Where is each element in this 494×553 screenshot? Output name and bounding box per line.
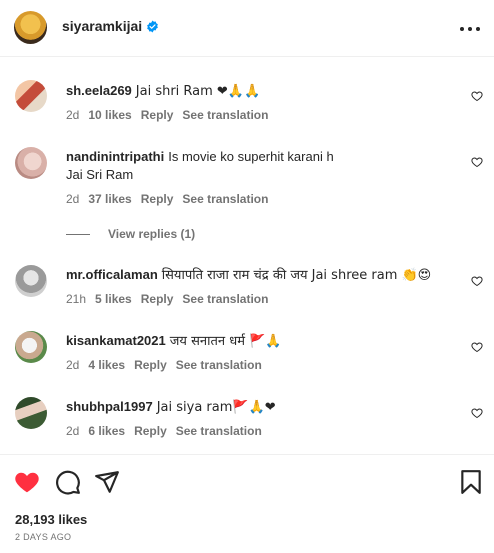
bookmark-icon[interactable]	[458, 469, 484, 495]
comment-bubble-icon[interactable]	[55, 469, 81, 495]
comment-text: shubhpal1997 Jai siya ram🚩🙏❤︎	[66, 398, 446, 417]
commenter-avatar[interactable]	[15, 397, 47, 429]
comment-likes[interactable]: 10 likes	[88, 108, 131, 122]
comment-meta: 2d 6 likes Reply See translation	[66, 424, 271, 438]
comment-body: जय सनातन धर्म 🚩🙏	[169, 334, 282, 349]
post-timestamp[interactable]: 2 DAYS AGO	[15, 532, 71, 542]
owner-avatar[interactable]	[14, 11, 47, 44]
view-replies-label[interactable]: View replies (1)	[108, 227, 195, 241]
comment-body: सियापति राजा राम चंद्र की जय Jai shree r…	[161, 268, 432, 283]
comment-likes[interactable]: 6 likes	[88, 424, 125, 438]
comment-age: 2d	[66, 358, 80, 372]
commenter-avatar[interactable]	[15, 265, 47, 297]
comment-likes[interactable]: 5 likes	[95, 292, 132, 306]
comment-text: nandinintripathi Is movie ko superhit kar…	[66, 148, 446, 184]
comment-age: 2d	[66, 192, 80, 206]
comment-username[interactable]: shubhpal1997	[66, 399, 153, 414]
comment-username[interactable]: kisankamat2021	[66, 333, 166, 348]
comment-username[interactable]: sh.eela269	[66, 83, 132, 98]
heart-filled-icon[interactable]	[14, 469, 40, 495]
like-comment-heart-icon[interactable]	[471, 90, 483, 102]
like-comment-heart-icon[interactable]	[471, 275, 483, 287]
see-translation-button[interactable]: See translation	[176, 424, 262, 438]
reply-button[interactable]: Reply	[141, 192, 174, 206]
comment-age: 2d	[66, 108, 80, 122]
comment-text: kisankamat2021 जय सनातन धर्म 🚩🙏	[66, 332, 446, 351]
comment-likes[interactable]: 37 likes	[88, 192, 131, 206]
more-horizontal-icon[interactable]	[458, 16, 482, 40]
see-translation-button[interactable]: See translation	[182, 108, 268, 122]
like-comment-heart-icon[interactable]	[471, 156, 483, 168]
comment-meta: 21h 5 likes Reply See translation	[66, 292, 277, 306]
reply-button[interactable]: Reply	[134, 424, 167, 438]
comment-body: Is movie ko superhit karani h	[168, 149, 334, 164]
comment-likes[interactable]: 4 likes	[88, 358, 125, 372]
owner-username[interactable]: siyaramkijai	[62, 18, 159, 34]
owner-username-text[interactable]: siyaramkijai	[62, 18, 142, 34]
reply-button[interactable]: Reply	[134, 358, 167, 372]
post-actions: 28,193 likes 2 DAYS AGO	[0, 454, 494, 553]
comment-body: Jai siya ram🚩🙏❤︎	[156, 400, 276, 415]
see-translation-button[interactable]: See translation	[182, 192, 268, 206]
reply-button[interactable]: Reply	[141, 292, 174, 306]
verified-badge-icon	[147, 20, 159, 33]
comment-meta: 2d 10 likes Reply See translation	[66, 108, 277, 122]
commenter-avatar[interactable]	[15, 80, 47, 112]
comment-age: 2d	[66, 424, 80, 438]
like-comment-heart-icon[interactable]	[471, 407, 483, 419]
comment-text: mr.officalaman सियापति राजा राम चंद्र की …	[66, 266, 446, 285]
see-translation-button[interactable]: See translation	[182, 292, 268, 306]
replies-divider	[66, 234, 90, 236]
post-like-count[interactable]: 28,193 likes	[15, 512, 87, 527]
comment-meta: 2d 4 likes Reply See translation	[66, 358, 271, 372]
share-paper-plane-icon[interactable]	[94, 469, 120, 495]
comment-meta: 2d 37 likes Reply See translation	[66, 192, 277, 206]
commenter-avatar[interactable]	[15, 147, 47, 179]
commenter-avatar[interactable]	[15, 331, 47, 363]
comment-body-line2: Jai Sri Ram	[66, 167, 134, 182]
post-header: siyaramkijai	[0, 0, 494, 57]
view-replies-button[interactable]: View replies (1)	[66, 227, 195, 241]
see-translation-button[interactable]: See translation	[176, 358, 262, 372]
comment-age: 21h	[66, 292, 87, 306]
comment-text: sh.eela269 Jai shri Ram ❤︎🙏🙏	[66, 82, 446, 101]
comment-username[interactable]: nandinintripathi	[66, 149, 164, 164]
reply-button[interactable]: Reply	[141, 108, 174, 122]
like-comment-heart-icon[interactable]	[471, 341, 483, 353]
comment-body: Jai shri Ram ❤︎🙏🙏	[135, 84, 261, 99]
comment-username[interactable]: mr.officalaman	[66, 267, 158, 282]
